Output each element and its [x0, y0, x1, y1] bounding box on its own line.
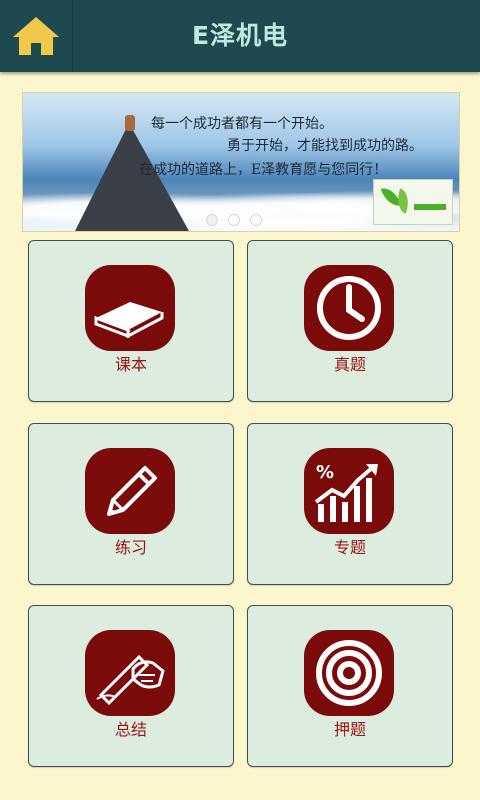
menu-card-summary[interactable]: 总结 [28, 605, 234, 767]
menu-card-predictions[interactable]: 押题 [247, 605, 453, 767]
writing-hand-icon [85, 630, 175, 716]
menu-card-textbook[interactable]: 课本 [28, 240, 234, 402]
menu-card-past-exams[interactable]: 真题 [247, 240, 453, 402]
svg-text:%: % [316, 462, 334, 483]
menu-card-label: 课本 [114, 355, 147, 374]
page-dot[interactable] [206, 214, 218, 226]
menu-card-label: 专题 [333, 538, 366, 557]
menu-card-practice[interactable]: 练习 [28, 423, 234, 585]
banner-line-2: 勇于开始，才能找到成功的路。 [227, 138, 423, 154]
banner-line-1: 每一个成功者都有一个开始。 [151, 116, 333, 132]
banner-page-indicator [206, 214, 262, 226]
page-dot[interactable] [250, 214, 262, 226]
target-icon [304, 630, 394, 716]
page-dot[interactable] [228, 214, 240, 226]
trend-chart-icon: % [304, 448, 394, 534]
app-title: E泽机电 [191, 21, 289, 50]
pencil-icon [85, 448, 175, 534]
menu-card-label: 押题 [333, 720, 366, 739]
menu-card-label: 练习 [114, 538, 147, 557]
promo-banner[interactable]: 每一个成功者都有一个开始。 勇于开始，才能找到成功的路。 在成功的道路上，E泽教… [22, 92, 460, 232]
clock-icon [304, 265, 394, 351]
banner-person-image [125, 115, 135, 131]
menu-card-label: 总结 [114, 720, 147, 739]
menu-card-topics[interactable]: % 专题 [247, 423, 453, 585]
book-icon [85, 265, 175, 351]
logo-mark [414, 204, 446, 210]
banner-line-3: 在成功的道路上，E泽教育愿与您同行！ [139, 162, 388, 178]
top-app-bar: E泽机电 [0, 0, 480, 72]
menu-card-label: 真题 [333, 355, 366, 374]
easy-education-logo [373, 179, 453, 225]
